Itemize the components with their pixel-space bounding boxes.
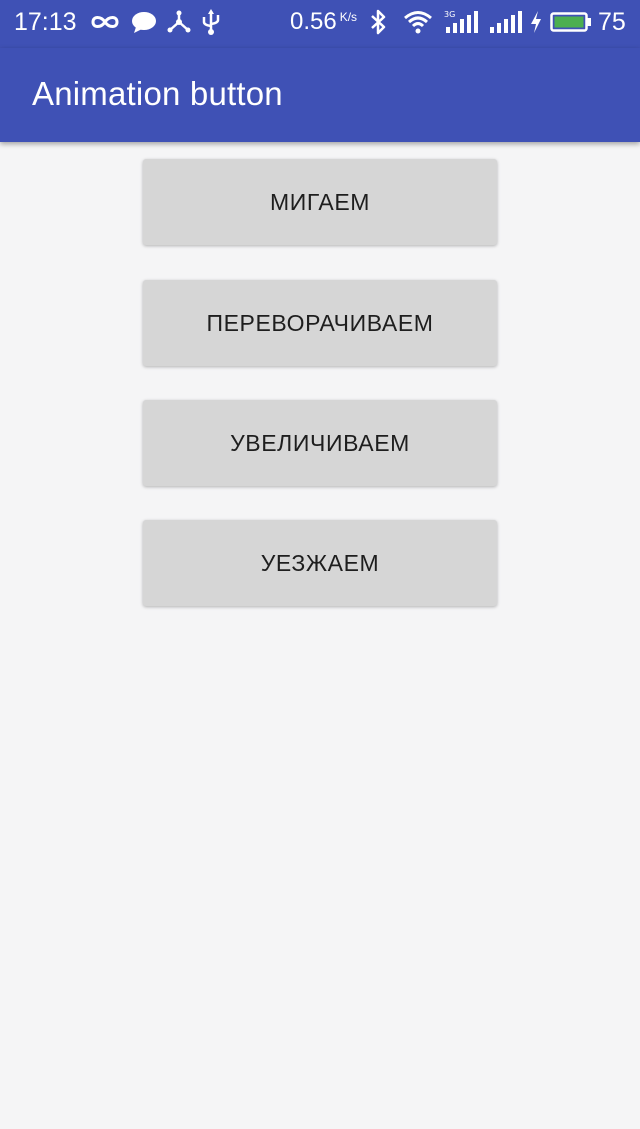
status-time: 17:13 [14, 8, 77, 36]
app-bar: Animation button [0, 48, 640, 142]
signal-3g-icon: 3G [444, 8, 478, 36]
flip-button[interactable]: ПЕРЕВОРАЧИВАЕМ [143, 280, 497, 366]
usb-icon [200, 8, 222, 36]
network-speed-unit: K/s [339, 10, 358, 24]
bluetooth-icon [368, 8, 388, 36]
status-bar: 17:13 0.56 K/s 3G 75 [0, 0, 640, 48]
main-content: МИГАЕМ ПЕРЕВОРАЧИВАЕМ УВЕЛИЧИВАЕМ УЕЗЖАЕ… [0, 142, 640, 1129]
slide-away-button[interactable]: УЕЗЖАЕМ [143, 520, 497, 606]
signal-icon [488, 8, 522, 36]
app-title: Animation button [32, 75, 283, 112]
chat-bubble-icon [130, 8, 158, 36]
infinity-icon [90, 8, 120, 36]
battery-icon [550, 8, 592, 36]
blink-button[interactable]: МИГАЕМ [143, 159, 497, 245]
enlarge-button[interactable]: УВЕЛИЧИВАЕМ [143, 400, 497, 486]
svg-text:3G: 3G [444, 10, 455, 19]
battery-percent: 75 [598, 8, 626, 36]
network-speed: 0.56 K/s [290, 8, 357, 36]
charging-icon [528, 8, 544, 36]
nodes-icon [166, 8, 192, 36]
network-speed-value: 0.56 [290, 8, 337, 35]
wifi-icon [402, 8, 434, 36]
